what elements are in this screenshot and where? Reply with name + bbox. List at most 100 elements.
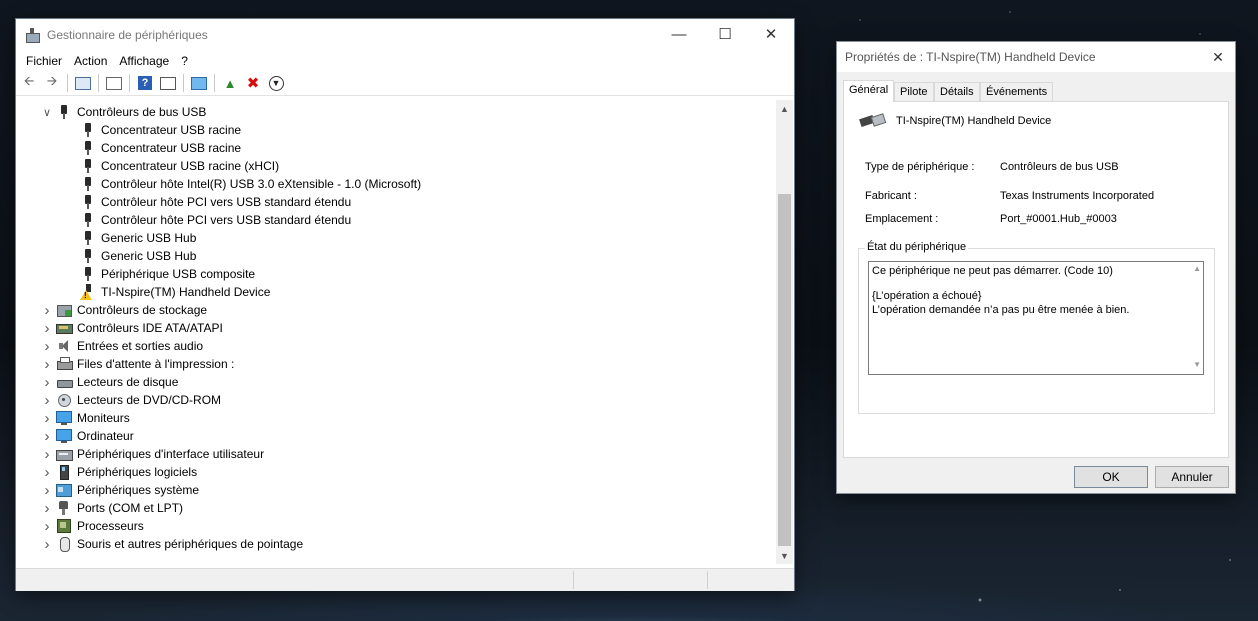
download-icon: ▼: [268, 75, 284, 91]
toolbar-separator: [98, 74, 99, 92]
chevron-right-icon[interactable]: ›: [40, 535, 54, 553]
dvd-icon: [56, 392, 72, 408]
tree-category[interactable]: ∨ Contrôleurs de bus USB: [16, 103, 206, 121]
tree-category[interactable]: › Lecteurs de disque: [16, 373, 179, 391]
chevron-right-icon[interactable]: ›: [40, 427, 54, 445]
tree-item-label: Generic USB Hub: [101, 231, 197, 245]
status-line: L’opération demandée n’a pas pu être men…: [872, 304, 1130, 316]
toolbar-separator: [67, 74, 68, 92]
ok-button[interactable]: OK: [1074, 466, 1148, 488]
usb-icon: [80, 212, 96, 228]
maximize-button[interactable]: ☐: [702, 19, 748, 49]
forward-button[interactable]: 🡪: [42, 73, 62, 93]
tree-device[interactable]: Generic USB Hub: [16, 229, 196, 247]
usb-icon: [80, 176, 96, 192]
processor-icon: [56, 518, 72, 534]
menu-action[interactable]: Action: [68, 51, 113, 71]
tree-category[interactable]: › Périphériques système: [16, 481, 200, 499]
help-button[interactable]: ?: [135, 73, 155, 93]
device-header: TI-Nspire(TM) Handheld Device: [860, 114, 1051, 128]
minimize-button[interactable]: —: [656, 19, 702, 49]
dialog-close-button[interactable]: ✕: [1201, 42, 1235, 72]
general-tab-panel: TI-Nspire(TM) Handheld Device Type de pé…: [843, 101, 1229, 458]
tree-item-label: Contrôleur hôte PCI vers USB standard ét…: [101, 195, 352, 209]
forward-arrow-icon: 🡪: [46, 73, 58, 88]
dialog-title-bar[interactable]: Propriétés de : TI-Nspire(TM) Handheld D…: [837, 42, 1235, 72]
tree-category[interactable]: › Ports (COM et LPT): [16, 499, 184, 517]
title-bar[interactable]: Gestionnaire de périphériques — ☐ ✕: [16, 19, 794, 51]
uninstall-icon: ✖: [246, 75, 260, 92]
cancel-button[interactable]: Annuler: [1155, 466, 1229, 488]
tree-category[interactable]: › Moniteurs: [16, 409, 130, 427]
tree-category[interactable]: › Entrées et sorties audio: [16, 337, 204, 355]
chevron-down-icon[interactable]: ∨: [40, 103, 54, 121]
tree-device[interactable]: Concentrateur USB racine (xHCI): [16, 157, 279, 175]
properties-list-icon: [75, 76, 91, 90]
menu-fichier[interactable]: Fichier: [20, 51, 68, 71]
disable-device-button[interactable]: ▼: [266, 73, 286, 93]
chevron-right-icon[interactable]: ›: [40, 373, 54, 391]
resources-view-button[interactable]: [158, 73, 178, 93]
close-button[interactable]: ✕: [748, 19, 794, 49]
chevron-right-icon[interactable]: ›: [40, 499, 54, 517]
tree-category[interactable]: › Files d'attente à l'impression :: [16, 355, 235, 373]
status-bar-segment: [707, 571, 794, 589]
tree-category[interactable]: › Ordinateur: [16, 427, 134, 445]
chevron-right-icon[interactable]: ›: [40, 301, 54, 319]
chevron-down-icon[interactable]: ▼: [1193, 360, 1201, 369]
back-button[interactable]: 🡨: [19, 73, 39, 93]
tree-device[interactable]: Generic USB Hub: [16, 247, 196, 265]
tree-device[interactable]: Concentrateur USB racine: [16, 121, 241, 139]
show-hide-tree-button[interactable]: [73, 73, 93, 93]
tree-item-label: Generic USB Hub: [101, 249, 197, 263]
tree-device[interactable]: Périphérique USB composite: [16, 265, 255, 283]
minimize-icon: —: [671, 25, 687, 43]
update-driver-icon: ▲: [223, 75, 237, 91]
tree-device[interactable]: Contrôleur hôte Intel(R) USB 3.0 eXtensi…: [16, 175, 421, 193]
scroll-down-button[interactable]: ▼: [776, 547, 793, 564]
menu-affichage[interactable]: Affichage: [113, 51, 175, 71]
device-tree[interactable]: ∨ Contrôleurs de bus USB Concentrateur USB…: [16, 100, 776, 564]
tree-device[interactable]: TI-Nspire(TM) Handheld Device: [16, 283, 270, 301]
tree-category[interactable]: › Périphériques d'interface utilisateur: [16, 445, 265, 463]
usb-icon: [80, 230, 96, 246]
chevron-right-icon[interactable]: ›: [40, 445, 54, 463]
chevron-right-icon[interactable]: ›: [40, 355, 54, 373]
usb-icon: [80, 122, 96, 138]
tree-category[interactable]: › Périphériques logiciels: [16, 463, 198, 481]
tree-device[interactable]: Contrôleur hôte PCI vers USB standard ét…: [16, 193, 351, 211]
tab-details[interactable]: Détails: [934, 82, 980, 101]
chevron-right-icon[interactable]: ›: [40, 481, 54, 499]
tree-category[interactable]: › Contrôleurs IDE ATA/ATAPI: [16, 319, 223, 337]
tab-pilote[interactable]: Pilote: [894, 82, 934, 101]
tree-item-label: Périphérique USB composite: [101, 267, 256, 281]
properties-dialog: Propriétés de : TI-Nspire(TM) Handheld D…: [837, 42, 1235, 493]
tree-category[interactable]: › Contrôleurs de stockage: [16, 301, 208, 319]
tab-evenements[interactable]: Événements: [980, 82, 1054, 101]
chevron-right-icon[interactable]: ›: [40, 463, 54, 481]
properties-button[interactable]: [104, 73, 124, 93]
update-driver-button[interactable]: ▲: [220, 73, 240, 93]
close-icon: ✕: [764, 26, 778, 43]
tree-device[interactable]: Contrôleur hôte PCI vers USB standard ét…: [16, 211, 351, 229]
menu-help[interactable]: ?: [175, 51, 194, 71]
chevron-right-icon[interactable]: ›: [40, 517, 54, 535]
chevron-up-icon[interactable]: ▲: [1193, 264, 1201, 273]
status-bar-segment: [573, 571, 707, 589]
scan-hardware-button[interactable]: [189, 73, 209, 93]
vertical-scrollbar[interactable]: ▲ ▼: [776, 100, 793, 564]
tree-device[interactable]: Concentrateur USB racine: [16, 139, 241, 157]
menu-bar: Fichier Action Affichage ?: [16, 51, 794, 71]
uninstall-button[interactable]: ✖: [243, 73, 263, 93]
chevron-right-icon[interactable]: ›: [40, 337, 54, 355]
chevron-right-icon[interactable]: ›: [40, 319, 54, 337]
tab-general[interactable]: Général: [843, 80, 895, 102]
chevron-right-icon[interactable]: ›: [40, 409, 54, 427]
tree-category[interactable]: › Lecteurs de DVD/CD-ROM: [16, 391, 222, 409]
scroll-up-button[interactable]: ▲: [776, 100, 793, 117]
tree-category[interactable]: › Processeurs: [16, 517, 144, 535]
chevron-right-icon[interactable]: ›: [40, 391, 54, 409]
scroll-thumb[interactable]: [778, 194, 791, 546]
tree-category[interactable]: › Souris et autres périphériques de point…: [16, 535, 304, 553]
device-status-text[interactable]: Ce périphérique ne peut pas démarrer. (C…: [868, 261, 1204, 375]
